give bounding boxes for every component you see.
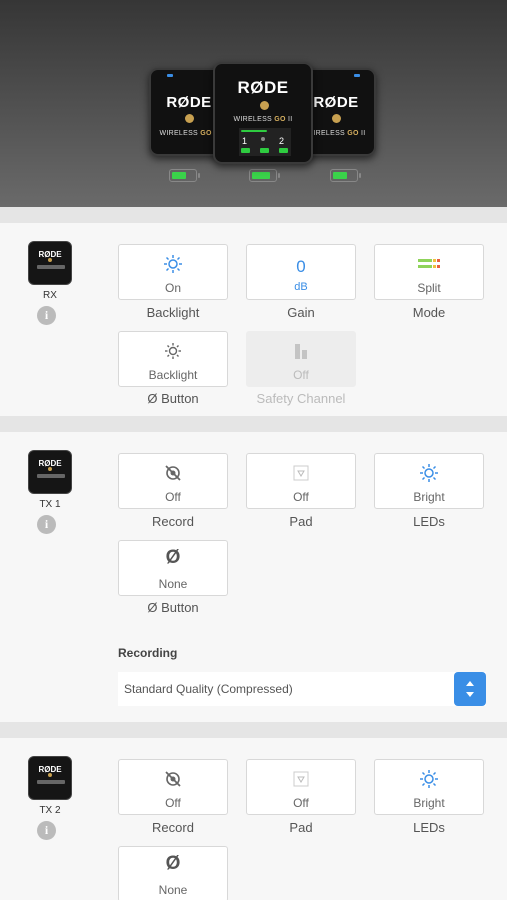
record-tile[interactable]: Off [118, 453, 228, 509]
leds-tile[interactable]: Bright [374, 759, 484, 815]
leds-value: Bright [413, 490, 445, 504]
rx-info-icon[interactable]: i [37, 306, 56, 325]
rx-thumbnail: RØDE [28, 241, 72, 285]
pad-caption: Pad [289, 514, 313, 529]
recording-quality-select[interactable]: Standard Quality (Compressed) [118, 672, 486, 706]
null-button-caption: Ø Button [147, 391, 199, 406]
gain-number: 0 [296, 257, 306, 276]
record-tile[interactable]: Off [118, 759, 228, 815]
recording-quality-value: Standard Quality (Compressed) [124, 682, 293, 696]
tx2-thumbnail: RØDE [28, 756, 72, 800]
bars-icon [295, 344, 307, 359]
device-header: RØDE WIRELESS GO II RØDE WIRELESS GO II … [0, 0, 507, 207]
gain-unit: dB [294, 281, 308, 293]
sun-small-icon [165, 343, 181, 359]
sun-icon [164, 255, 182, 273]
record-caption: Record [152, 514, 194, 529]
backlight-caption: Backlight [146, 305, 200, 320]
leds-caption: LEDs [413, 514, 445, 529]
pad-value: Off [293, 796, 309, 810]
tx2-label: TX 2 [39, 805, 61, 816]
leds-tile[interactable]: Bright [374, 453, 484, 509]
pad-icon [293, 465, 309, 481]
null-button-tile[interactable]: Backlight [118, 331, 228, 387]
tx1-thumbnail: RØDE [28, 450, 72, 494]
tx2-info-icon[interactable]: i [37, 821, 56, 840]
null-button-value: None [158, 883, 188, 897]
rx-label: RX [43, 290, 57, 301]
backlight-value: On [164, 281, 181, 295]
tx1-battery-icon [169, 169, 200, 182]
backlight-tile[interactable]: On [118, 244, 228, 300]
safety-channel-value: Off [293, 368, 309, 382]
record-caption: Record [152, 820, 194, 835]
leds-caption: LEDs [413, 820, 445, 835]
rx-battery-icon [249, 169, 280, 182]
select-stepper-button[interactable] [454, 672, 486, 706]
null-symbol-icon: Ø [165, 547, 181, 568]
null-button-tile[interactable]: Ø None [118, 540, 228, 596]
tx2-battery-icon [330, 169, 361, 182]
rx-section: RØDE RX i On Backlight 0 dB Gain Split M… [0, 223, 507, 416]
pad-caption: Pad [289, 820, 313, 835]
record-off-icon [165, 465, 181, 481]
pad-tile[interactable]: Off [246, 453, 356, 509]
section-divider [0, 416, 507, 432]
safety-channel-tile: Off [246, 331, 356, 387]
section-divider [0, 207, 507, 223]
tx1-info-icon[interactable]: i [37, 515, 56, 534]
pad-icon [293, 771, 309, 787]
rx-device-image: RØDE WIRELESS GO II 1 2 [213, 62, 313, 164]
pad-tile[interactable]: Off [246, 759, 356, 815]
mode-caption: Mode [412, 305, 446, 320]
tx1-section: RØDE TX 1 i Off Record Off Pad Bright LE… [0, 432, 507, 722]
section-divider [0, 722, 507, 738]
up-down-arrows-icon [466, 681, 474, 697]
tx1-label: TX 1 [39, 499, 61, 510]
null-button-value: None [158, 577, 188, 591]
record-value: Off [165, 490, 181, 504]
safety-channel-caption: Safety Channel [256, 391, 346, 406]
null-button-tile[interactable]: Ø None [118, 846, 228, 900]
null-symbol-icon: Ø [165, 853, 181, 874]
record-value: Off [165, 796, 181, 810]
null-button-caption: Ø Button [147, 600, 199, 615]
sun-icon [420, 770, 438, 788]
brand-logo: RØDE [237, 78, 289, 97]
null-button-value: Backlight [148, 368, 198, 382]
gain-tile[interactable]: 0 dB [246, 244, 356, 300]
pad-value: Off [293, 490, 309, 504]
recording-label: Recording [118, 646, 178, 660]
record-off-icon [165, 771, 181, 787]
mode-tile[interactable]: Split [374, 244, 484, 300]
sun-icon [420, 464, 438, 482]
split-meter-icon [418, 259, 440, 268]
tx2-section: RØDE TX 2 i Off Record Off Pad Bright LE… [0, 738, 507, 900]
gain-caption: Gain [287, 305, 315, 320]
leds-value: Bright [413, 796, 445, 810]
mode-value: Split [417, 281, 441, 295]
